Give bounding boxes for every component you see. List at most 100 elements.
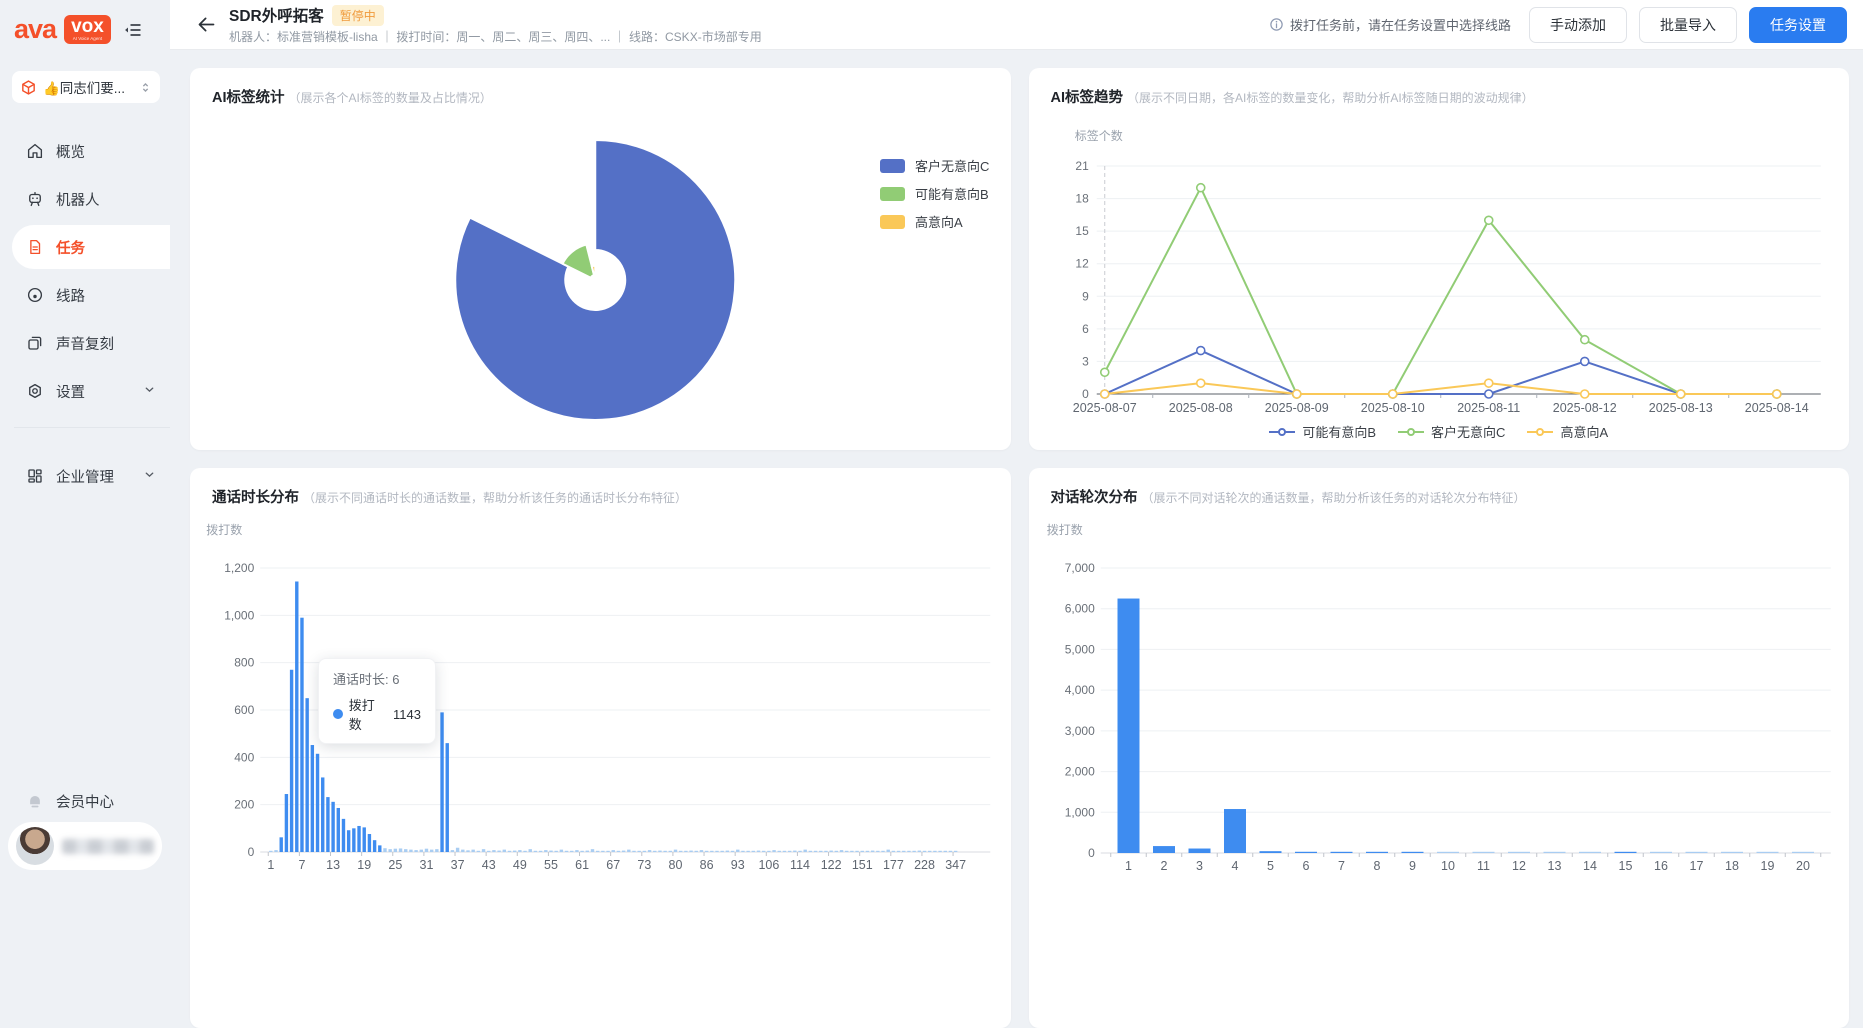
bar	[611, 850, 615, 852]
bar	[834, 850, 839, 852]
bar	[388, 849, 392, 852]
tooltip-value: 1143	[393, 706, 421, 722]
panel-title-text: 通话时长分布	[212, 490, 299, 506]
bar	[922, 850, 927, 852]
info-icon	[1270, 18, 1283, 31]
pie-slice-客户无意向C	[454, 139, 737, 421]
bar	[606, 850, 610, 852]
bar	[419, 849, 423, 852]
x-tick-label: 2025-08-10	[1360, 401, 1424, 415]
bar	[621, 850, 626, 852]
bar	[523, 850, 527, 852]
x-tick-label: 18	[1725, 859, 1739, 873]
legend-label: 可能有意向B	[915, 187, 989, 202]
robot-icon	[29, 191, 41, 207]
bar	[378, 845, 382, 852]
bar	[575, 850, 579, 852]
sidebar-item-member-center[interactable]: 会员中心	[0, 791, 114, 812]
bar	[756, 850, 761, 852]
legend-label: 客户无意向C	[1431, 425, 1506, 440]
bar	[601, 850, 605, 852]
bar	[787, 850, 792, 852]
back-icon[interactable]	[196, 14, 217, 35]
data-point	[1579, 389, 1590, 399]
sidebar-item-任务[interactable]: 任务	[12, 225, 170, 269]
bar	[653, 850, 657, 852]
y-tick-label: 4,000	[1064, 683, 1094, 697]
data-point	[1099, 367, 1110, 378]
bar	[352, 828, 356, 852]
bar	[341, 818, 346, 852]
x-tick-label: 228	[914, 858, 935, 872]
sidebar-item-企业管理[interactable]: 企业管理	[0, 454, 170, 498]
bar	[891, 850, 896, 852]
legend-item-客户无意向C[interactable]: 客户无意向C	[1398, 422, 1505, 441]
manual-add-button[interactable]: 手动添加	[1529, 6, 1627, 43]
bar	[736, 849, 740, 852]
x-tick-label: 3	[1196, 859, 1203, 873]
x-tick-label: 2	[1160, 859, 1167, 873]
bar	[1365, 851, 1388, 853]
bar	[647, 850, 652, 852]
x-tick-label: 106	[758, 858, 779, 872]
bar	[502, 849, 507, 852]
workspace-selector[interactable]: 👍同志们要...	[12, 71, 160, 103]
logo-tagline: AI Voice Agent	[72, 35, 103, 41]
x-tick-label: 49	[513, 858, 527, 872]
bar	[876, 850, 880, 852]
sidebar-item-label: 机器人	[56, 192, 100, 209]
select-arrows-icon	[142, 82, 149, 92]
sidebar-item-概览[interactable]: 概览	[0, 129, 170, 173]
x-tick-label: 10	[1441, 859, 1455, 873]
x-tick-label: 2025-08-14	[1744, 401, 1808, 415]
x-tick-label: 7	[1338, 859, 1345, 873]
legend-item-可能有意向B[interactable]: 可能有意向B	[880, 184, 989, 203]
data-point	[1483, 215, 1494, 226]
bar	[487, 850, 491, 852]
bar	[595, 850, 600, 852]
task-settings-button[interactable]: 任务设置	[1749, 6, 1847, 43]
sidebar-item-设置[interactable]: 设置	[0, 369, 170, 413]
bar	[845, 850, 849, 852]
x-tick-label: 347	[945, 858, 966, 872]
user-name-blurred	[62, 838, 154, 854]
bar	[507, 850, 512, 852]
sidebar-item-机器人[interactable]: 机器人	[0, 177, 170, 221]
legend-item-高意向A[interactable]: 高意向A	[1527, 422, 1608, 441]
sidebar-item-声音复刻[interactable]: 声音复刻	[0, 321, 170, 365]
sidebar-item-线路[interactable]: 线路	[0, 273, 170, 317]
legend-swatch	[880, 214, 905, 229]
bar	[943, 850, 947, 852]
x-tick-label: 2025-08-12	[1552, 401, 1616, 415]
bar	[1685, 851, 1707, 853]
bar	[331, 801, 335, 852]
bar	[326, 797, 330, 852]
user-card[interactable]	[8, 822, 162, 870]
legend-label: 客户无意向C	[915, 159, 990, 174]
bar	[367, 834, 372, 852]
bar	[673, 849, 678, 852]
y-tick-label: 1,000	[1064, 805, 1094, 819]
collapse-sidebar-icon[interactable]	[123, 20, 143, 40]
x-tick-label: 1	[1125, 859, 1132, 873]
legend-item-可能有意向B[interactable]: 可能有意向B	[1269, 422, 1376, 441]
y-tick-label: 0	[1082, 387, 1089, 401]
y-tick-label: 2,000	[1064, 765, 1094, 779]
batch-import-button[interactable]: 批量导入	[1639, 6, 1737, 43]
legend-label: 可能有意向B	[1302, 425, 1377, 440]
bar	[549, 850, 553, 852]
x-tick-label: 151	[852, 858, 873, 872]
main-content: AI标签统计 （展示各个AI标签的数量及占比情况） 客户无意向C 可能有意向B 高意向…	[170, 50, 1863, 1028]
bar	[1649, 851, 1672, 853]
panel-title: AI标签趋势 （展示不同日期，各AI标签的数量变化，帮助分析AI标签随日期的波动规…	[1051, 86, 1534, 107]
bar	[917, 850, 922, 852]
bar	[310, 745, 315, 852]
org-icon	[28, 469, 42, 483]
line-series-客户无意向C	[1103, 186, 1777, 395]
x-tick-label: 2025-08-11	[1457, 401, 1520, 415]
logo-badge: vox AI Voice Agent	[64, 14, 111, 45]
legend-item-高意向A[interactable]: 高意向A	[880, 212, 989, 231]
legend-item-客户无意向C[interactable]: 客户无意向C	[880, 156, 989, 175]
logo: ava vox AI Voice Agent	[0, 0, 170, 45]
bar	[782, 850, 787, 852]
